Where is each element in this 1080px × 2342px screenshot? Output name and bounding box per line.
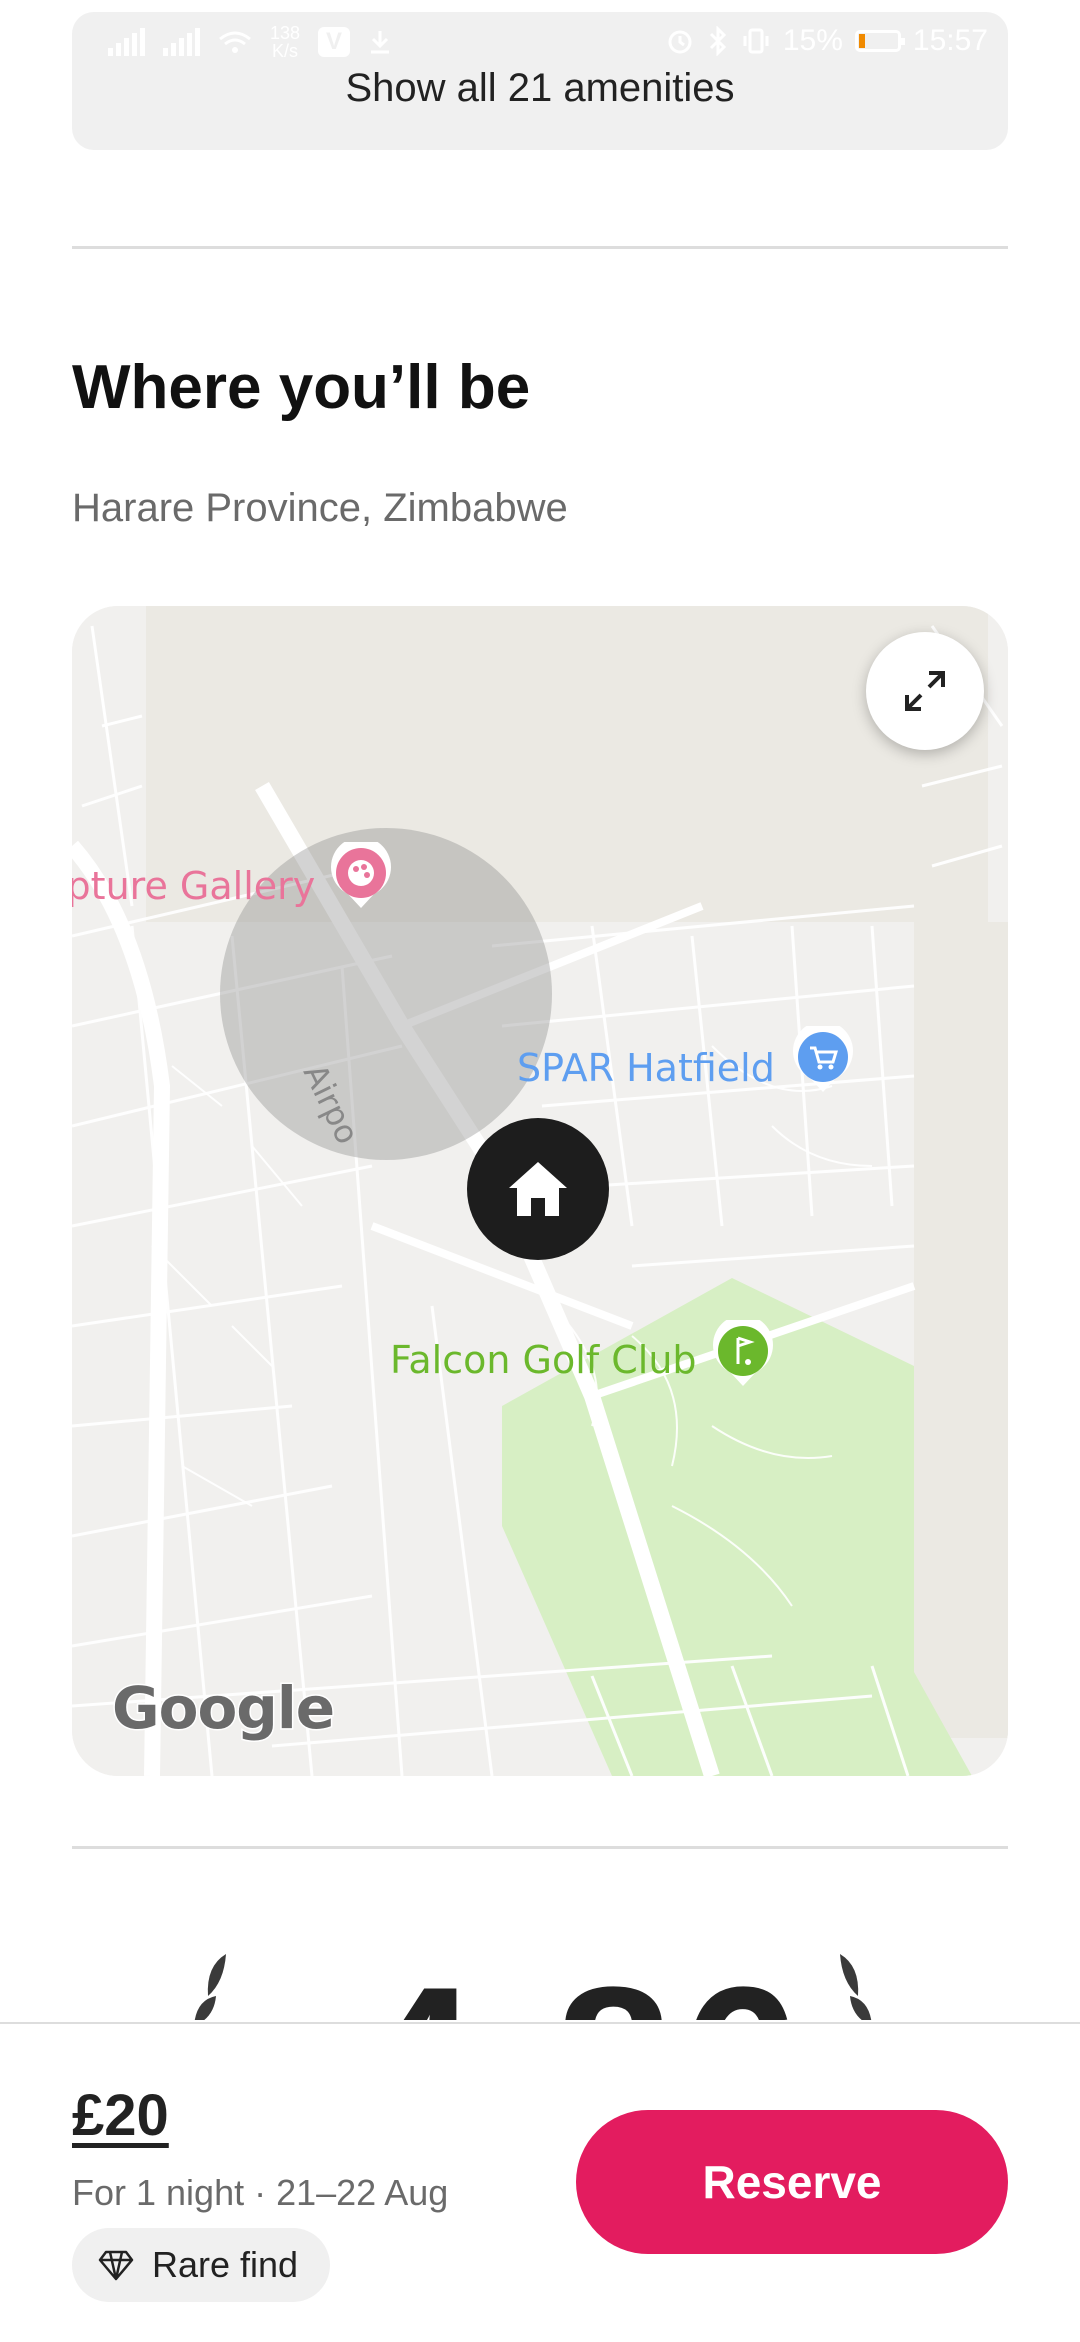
poi-label-spar[interactable]: SPAR Hatfield [517, 1046, 775, 1090]
booking-dates: For 1 night · 21–22 Aug [72, 2172, 449, 2213]
expand-icon [905, 671, 945, 711]
location-text: Harare Province, Zimbabwe [72, 486, 568, 530]
diamond-icon [98, 2250, 134, 2281]
app-notification-icon: V [318, 27, 351, 57]
show-amenities-label: Show all 21 amenities [345, 66, 735, 110]
wifi-icon [219, 31, 251, 53]
home-icon [509, 1162, 567, 1216]
signal-icon [108, 28, 145, 56]
bluetooth-icon [709, 26, 726, 56]
section-divider [72, 1846, 1008, 1849]
guest-favourite-rating: 4.86 [0, 1940, 1080, 2020]
rating-value: 4.86 [360, 1940, 809, 2020]
clock: 15:57 [912, 24, 988, 57]
signal-icon [163, 28, 200, 56]
golf-icon[interactable] [708, 1320, 778, 1390]
map[interactable]: lpture Gallery Airpo SPAR Hatfield Falco… [72, 606, 1008, 1776]
price[interactable]: £20 [72, 2082, 169, 2149]
alarm-icon [668, 30, 692, 54]
section-title: Where you’ll be [72, 353, 531, 422]
vibrate-icon [743, 28, 769, 54]
expand-map-button[interactable] [866, 632, 984, 750]
booking-bar: £20 For 1 night · 21–22 Aug Rare find Re… [0, 2022, 1080, 2342]
net-speed: 138 K/s [270, 23, 301, 61]
google-logo: Google [110, 1673, 336, 1744]
poi-label-gallery[interactable]: lpture Gallery [72, 864, 315, 908]
rare-find-label: Rare find [152, 2244, 299, 2285]
laurel-right-icon [840, 1954, 872, 2020]
section-divider [72, 246, 1008, 249]
cart-icon[interactable] [788, 1026, 858, 1096]
battery-icon [854, 30, 905, 52]
listing-home-marker[interactable] [467, 1118, 609, 1260]
poi-label-golf[interactable]: Falcon Golf Club [390, 1338, 697, 1382]
status-bar: 138 K/s V 15% 15:57 [72, 14, 1008, 66]
reserve-button[interactable]: Reserve [576, 2110, 1008, 2254]
rare-find-badge: Rare find [72, 2228, 331, 2302]
battery-percent: 15% [782, 24, 843, 57]
laurel-left-icon [194, 1954, 226, 2020]
palette-icon[interactable] [326, 842, 396, 912]
download-icon [371, 31, 390, 54]
